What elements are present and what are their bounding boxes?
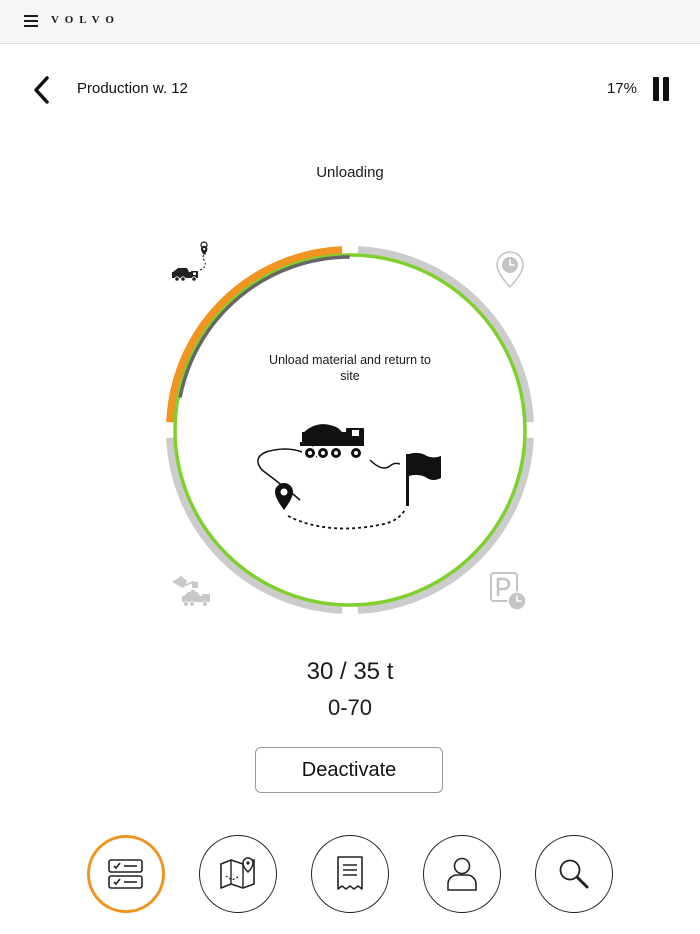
parking-clock-icon[interactable] [490,572,527,611]
deactivate-button[interactable]: Deactivate [255,747,443,793]
brand-logo: VOLVO [51,14,120,26]
load-amount: 30 / 35 t [306,658,394,685]
task-list-icon [108,859,143,889]
back-button[interactable] [28,74,56,106]
cycle-dial [160,240,560,640]
top-bar: VOLVO [0,0,700,44]
search-icon [559,859,589,889]
loader-truck-icon[interactable] [172,576,210,607]
location-clock-icon[interactable] [496,251,524,289]
map-icon [220,857,255,889]
page-title: Production w. 12 [77,80,188,97]
person-icon [447,857,477,891]
nav-report-button[interactable] [311,835,389,913]
unload-route-illustration [257,424,441,530]
nav-search-button[interactable] [535,835,613,913]
truck-route-icon[interactable] [172,241,208,282]
nav-tasks-button[interactable] [87,835,165,913]
phase-label: Unloading [316,164,384,181]
chevron-left-icon [34,76,49,104]
instruction-text: Unload material and return to site [269,353,431,383]
progress-percentage: 17% [606,80,637,97]
nav-map-button[interactable] [199,835,277,913]
pause-button[interactable] [652,77,672,103]
pause-icon [653,77,659,101]
hamburger-menu-icon[interactable] [24,15,38,27]
nav-profile-button[interactable] [423,835,501,913]
receipt-icon [337,856,363,890]
load-range: 0-70 [327,695,373,720]
